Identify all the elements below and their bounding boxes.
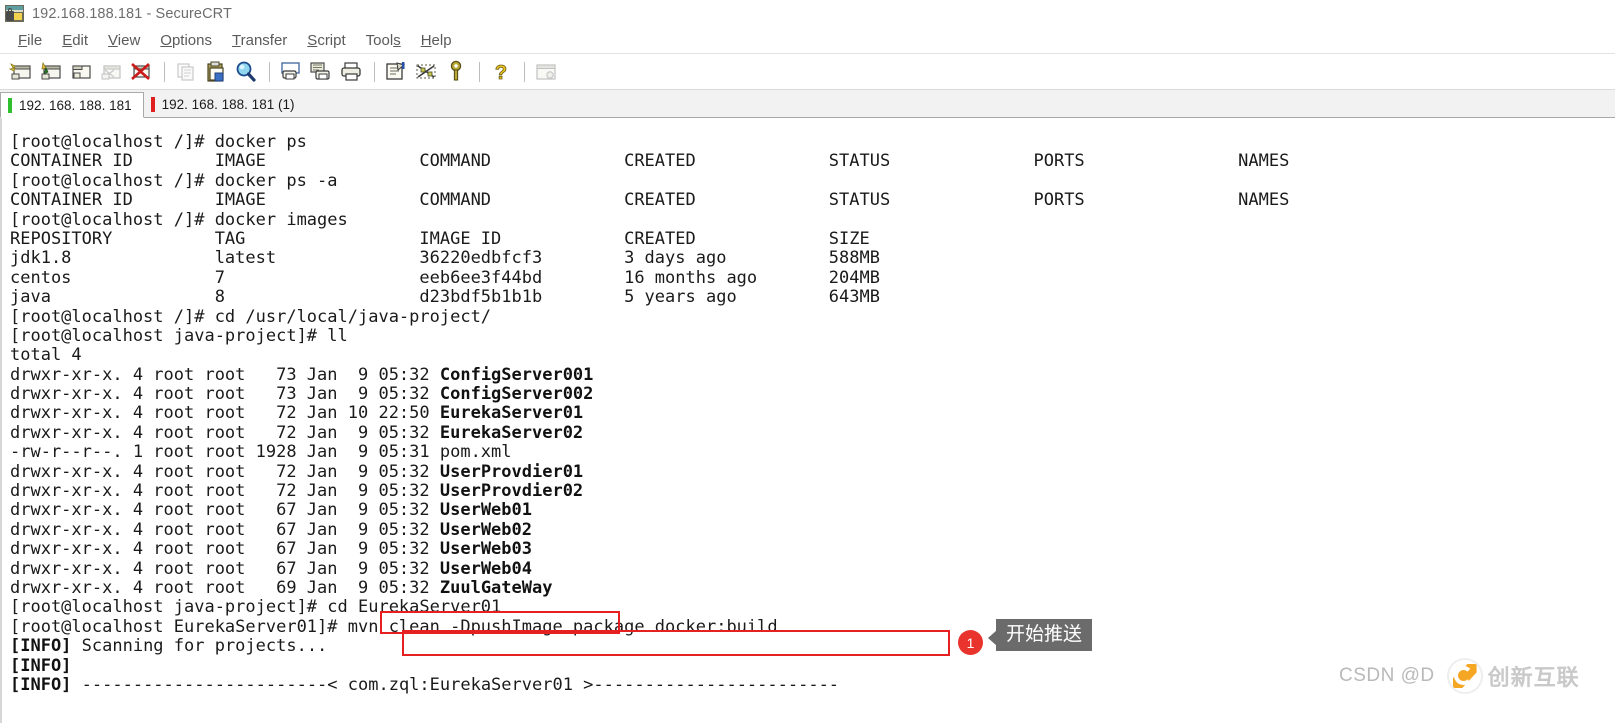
about-icon[interactable] — [533, 59, 560, 85]
terminal-output-area[interactable]: [root@localhost /]# docker ps CONTAINER I… — [0, 118, 1615, 723]
menu-item-transfer[interactable]: Transfer — [222, 32, 297, 49]
toolbar-separator — [524, 61, 525, 82]
svg-text:?: ? — [495, 62, 507, 84]
disconnect-icon[interactable] — [128, 59, 155, 85]
terminal-line: [root@localhost /]# docker ps — [10, 132, 307, 152]
connect-icon[interactable] — [8, 59, 35, 85]
key-icon[interactable] — [443, 59, 470, 85]
terminal-line: drwxr-xr-x. 4 root root 73 Jan 9 05:32 C… — [10, 364, 594, 385]
terminal-line: [root@localhost EurekaServer01]# mvn cle… — [10, 616, 778, 637]
tab-session-2[interactable]: 192. 168. 188. 181 (1) — [143, 91, 306, 117]
connect-sftp-icon[interactable] — [98, 59, 125, 85]
window-title: 192.168.188.181 - SecureCRT — [32, 5, 232, 22]
terminal-line: java 8 d23bdf5b1b1b 5 years ago 643MB — [10, 287, 880, 308]
menu-label-file-rest: ile — [27, 31, 43, 49]
tab-label-1: 192. 168. 188. 181 — [19, 97, 132, 113]
terminal-line: drwxr-xr-x. 4 root root 73 Jan 9 05:32 C… — [10, 384, 594, 405]
tab-session-1[interactable]: 192. 168. 188. 181 — [0, 92, 144, 118]
menu-label-script-rest: cript — [317, 31, 346, 49]
terminal-line: jdk1.8 latest 36220edbfcf3 3 days ago 58… — [10, 248, 880, 269]
menu-item-edit[interactable]: Edit — [52, 32, 98, 49]
menu-item-help[interactable]: Help — [411, 32, 462, 49]
tab-status-indicator-connected — [8, 97, 12, 113]
terminal-line: drwxr-xr-x. 4 root root 69 Jan 9 05:32 Z… — [10, 577, 553, 598]
terminal-line: CONTAINER ID IMAGE COMMAND CREATED STATU… — [10, 190, 1290, 211]
terminal-line: drwxr-xr-x. 4 root root 72 Jan 10 22:50 … — [10, 403, 584, 424]
terminal-line: [root@localhost /]# cd /usr/local/java-p… — [10, 306, 492, 327]
menu-item-file[interactable]: File — [8, 32, 52, 49]
quick-connect-icon[interactable] — [38, 59, 65, 85]
watermark-text: CSDN @D — [1339, 665, 1435, 686]
connect-in-tab-icon[interactable] — [68, 59, 95, 85]
title-bar: 192.168.188.181 - SecureCRT — [0, 0, 1615, 27]
terminal-line: [root@localhost /]# docker ps -a — [10, 170, 338, 191]
terminal-line: drwxr-xr-x. 4 root root 67 Jan 9 05:32 U… — [10, 519, 532, 540]
copy-icon[interactable] — [173, 59, 200, 85]
menu-label-options-rest: ptions — [171, 31, 212, 49]
terminal-line: [INFO] ------------------------< com.zql… — [10, 674, 840, 695]
terminal-line: -rw-r--r--. 1 root root 1928 Jan 9 05:31… — [10, 442, 512, 463]
tab-label-2: 192. 168. 188. 181 (1) — [161, 96, 295, 112]
terminal-line: [root@localhost /]# docker images — [10, 209, 348, 230]
terminal-line: centos 7 eeb6ee3f44bd 16 months ago 204M… — [10, 267, 880, 288]
print-screen-icon[interactable] — [278, 59, 305, 85]
tab-bar: 192. 168. 188. 181 192. 168. 188. 181 (1… — [0, 90, 1615, 118]
annotation-badge-1: 1 — [958, 630, 983, 655]
annotation-tooltip: 开始推送 — [987, 619, 1093, 651]
terminal-line: total 4 — [10, 345, 82, 366]
toolbar-separator — [479, 61, 480, 82]
help-icon[interactable]: ? — [488, 59, 515, 85]
menu-item-script[interactable]: Script — [297, 32, 355, 49]
menu-item-options[interactable]: Options — [150, 32, 222, 49]
tool-bar: ? — [0, 54, 1615, 90]
menu-label-edit-rest: dit — [72, 31, 89, 49]
watermark-logo: 创新互联 — [1446, 658, 1580, 694]
terminal-lines: [root@localhost /]# docker ps CONTAINER I… — [10, 132, 1290, 695]
toolbar-separator — [269, 61, 270, 82]
terminal-line: drwxr-xr-x. 4 root root 72 Jan 9 05:32 U… — [10, 481, 584, 502]
log-session-icon[interactable] — [308, 59, 335, 85]
terminal-line: drwxr-xr-x. 4 root root 67 Jan 9 05:32 U… — [10, 558, 532, 579]
menu-label-tools-pre: Tool — [365, 31, 394, 49]
menu-item-tools[interactable]: Tools — [356, 32, 411, 49]
terminal-line: REPOSITORY TAG IMAGE ID CREATED SIZE — [10, 228, 870, 249]
toolbar-separator — [164, 61, 165, 82]
session-options-icon[interactable] — [383, 59, 410, 85]
terminal-line: [root@localhost java-project]# cd Eureka… — [10, 597, 502, 618]
terminal-line: CONTAINER ID IMAGE COMMAND CREATED STATU… — [10, 151, 1290, 172]
watermark: CSDN @D 创新互联 — [1339, 658, 1580, 694]
find-icon[interactable] — [233, 59, 260, 85]
toolbar-separator — [374, 61, 375, 82]
chuangxin-logo-icon — [1446, 658, 1483, 694]
menu-item-view[interactable]: View — [98, 32, 150, 49]
watermark-logo-text: 创新互联 — [1487, 666, 1580, 691]
menu-label-transfer-rest: ransfer — [240, 31, 288, 49]
terminal-line: [INFO] Scanning for projects... — [10, 636, 328, 657]
menu-bar: File Edit View Options Transfer Script T… — [0, 27, 1615, 54]
toggle-raw-icon[interactable] — [413, 59, 440, 85]
menu-label-help-rest: elp — [431, 31, 452, 49]
terminal-line: drwxr-xr-x. 4 root root 67 Jan 9 05:32 U… — [10, 500, 532, 521]
terminal-line: drwxr-xr-x. 4 root root 67 Jan 9 05:32 U… — [10, 539, 532, 560]
menu-label-view-rest: iew — [117, 31, 141, 49]
terminal-line: drwxr-xr-x. 4 root root 72 Jan 9 05:32 U… — [10, 461, 584, 482]
terminal-line: drwxr-xr-x. 4 root root 72 Jan 9 05:32 E… — [10, 422, 584, 443]
securecrt-window: 192.168.188.181 - SecureCRT File Edit Vi… — [0, 0, 1615, 723]
terminal-line: [root@localhost java-project]# ll — [10, 325, 348, 346]
terminal-line: [INFO] — [10, 655, 72, 676]
print-icon[interactable] — [338, 59, 365, 85]
securecrt-icon — [5, 4, 25, 23]
paste-icon[interactable] — [203, 59, 230, 85]
tab-status-indicator-disconnected — [150, 96, 155, 112]
